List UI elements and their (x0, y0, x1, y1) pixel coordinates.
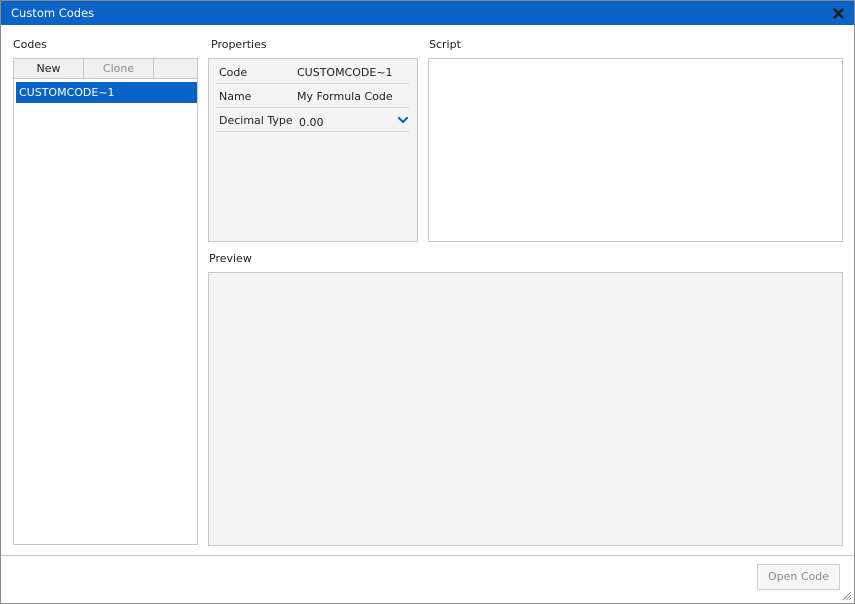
window-title: Custom Codes (11, 6, 95, 20)
codes-list-panel: New Clone CUSTOMCODE~1 (13, 58, 198, 545)
clone-button[interactable]: Clone (84, 59, 154, 78)
property-key: Decimal Type (219, 114, 293, 127)
resize-grip-icon[interactable] (840, 589, 852, 601)
title-bar[interactable]: Custom Codes (1, 1, 854, 25)
property-row-code: Code CUSTOMCODE~1 (216, 60, 409, 84)
script-editor[interactable] (428, 58, 843, 242)
property-key: Code (219, 66, 248, 79)
custom-codes-dialog: Custom Codes Codes New Clone CUSTOMCODE~… (0, 0, 855, 604)
codes-label: Codes (13, 38, 47, 51)
property-row-name: Name My Formula Code (216, 84, 409, 108)
properties-panel: Code CUSTOMCODE~1 Name My Formula Code D… (208, 58, 418, 242)
property-key: Name (219, 90, 252, 103)
codes-toolbar: New Clone (14, 59, 197, 79)
property-row-decimal-type: Decimal Type 0.00 (216, 108, 409, 132)
footer-divider (1, 555, 854, 556)
preview-label: Preview (209, 252, 252, 265)
preview-panel (208, 272, 843, 546)
property-value-code[interactable]: CUSTOMCODE~1 (297, 66, 393, 79)
code-list-item[interactable]: CUSTOMCODE~1 (16, 82, 197, 103)
close-icon (833, 8, 844, 19)
decimal-type-dropdown[interactable]: 0.00 (296, 110, 409, 130)
close-button[interactable] (832, 6, 846, 20)
properties-label: Properties (211, 38, 267, 51)
script-label: Script (429, 38, 461, 51)
new-button[interactable]: New (14, 59, 84, 78)
decimal-type-value: 0.00 (299, 116, 324, 129)
open-code-button[interactable]: Open Code (757, 564, 840, 590)
chevron-down-icon (397, 116, 409, 124)
property-value-name[interactable]: My Formula Code (297, 90, 393, 103)
